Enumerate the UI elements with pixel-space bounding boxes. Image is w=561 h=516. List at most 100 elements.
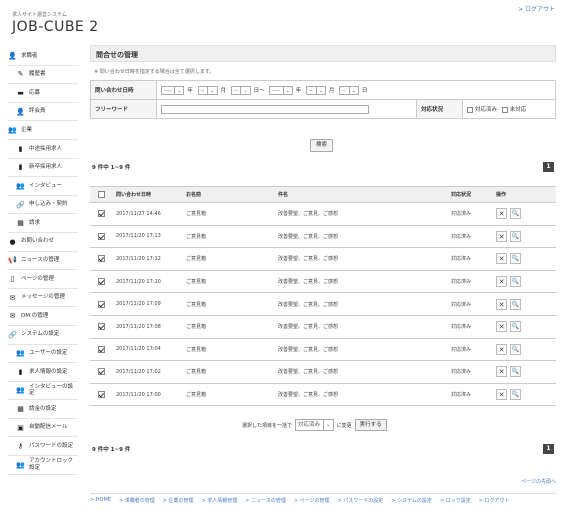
info-icon: ● (9, 237, 16, 246)
view-icon[interactable]: 🔍 (510, 208, 521, 220)
sidebar-item[interactable]: ▮ 新卒採用求人 (8, 159, 78, 178)
sidebar-item[interactable]: ✉ DM の管理 (8, 307, 78, 326)
delete-icon[interactable]: ✕ (496, 389, 507, 401)
footer-link[interactable]: > ニュースの管理 (245, 497, 286, 504)
from-year-select[interactable]: ---- ⌄ (161, 85, 185, 95)
pagination-current[interactable]: 1 (543, 162, 554, 172)
sidebar-item[interactable]: ▦ 請金の設定 (8, 400, 78, 419)
view-icon[interactable]: 🔍 (510, 276, 521, 288)
sidebar-item[interactable]: 👥 企業 (8, 121, 78, 140)
view-icon[interactable]: 🔍 (510, 343, 521, 355)
select-all-checkbox[interactable] (97, 191, 105, 198)
sidebar-item[interactable]: 👤 求職者 (8, 47, 78, 66)
row-checkbox[interactable] (97, 368, 105, 376)
view-icon[interactable]: 🔍 (510, 298, 521, 310)
sidebar-item[interactable]: ▦ 請求 (8, 214, 78, 233)
footer-link[interactable]: > ログアウト (479, 497, 510, 504)
freeword-label: フリーワード (90, 99, 157, 119)
sidebar-item[interactable]: 👥 インタビュー (8, 177, 78, 196)
sidebar-item[interactable]: ● お問い合わせ (8, 233, 78, 252)
row-date: 2017/11/20 17:12 (112, 247, 182, 271)
footer-link[interactable]: > 求職者の管理 (119, 497, 155, 504)
sidebar-item[interactable]: 📢 ニュースの管理 (8, 252, 78, 271)
delete-icon[interactable]: ✕ (496, 343, 507, 355)
delete-icon[interactable]: ✕ (496, 208, 507, 220)
row-status: 対応済み (447, 247, 492, 271)
chevron-down-icon: ⌄ (240, 86, 248, 95)
delete-icon[interactable]: ✕ (496, 298, 507, 310)
row-checkbox[interactable] (97, 210, 105, 218)
view-icon[interactable]: 🔍 (510, 321, 521, 333)
view-icon[interactable]: 🔍 (510, 253, 521, 265)
from-day-select[interactable]: -- ⌄ (230, 85, 251, 95)
freeword-input[interactable] (161, 104, 369, 114)
result-count-bottom: 9 件中 1~9 件 (92, 447, 131, 453)
sidebar-item[interactable]: 🔗 申し込み・契約 (8, 196, 78, 215)
sidebar-item[interactable]: ▮ 中途採用求人 (8, 140, 78, 159)
delete-icon[interactable]: ✕ (496, 321, 507, 333)
sidebar-item[interactable]: ✉ メッセージの管理 (8, 289, 78, 308)
row-checkbox[interactable] (97, 323, 105, 331)
col-status: 対応状況 (447, 186, 492, 203)
to-year-select[interactable]: ---- ⌄ (269, 85, 293, 95)
month-label: 月 (328, 87, 335, 94)
row-checkbox[interactable] (97, 391, 105, 399)
sidebar-item-label: 評会員 (29, 108, 46, 115)
status-done-checkbox[interactable] (467, 106, 473, 113)
sidebar-item[interactable]: 🔗 システムの設定 (8, 326, 78, 345)
sidebar-item-label: インタビューの設定 (29, 383, 74, 397)
sidebar-item[interactable]: 👥 ユーザーの設定 (8, 345, 78, 364)
row-checkbox[interactable] (97, 345, 105, 353)
row-actions: ✕ 🔍 (492, 315, 556, 339)
bulk-status-select[interactable]: 対応済み ⌄ (295, 419, 334, 431)
row-status: 対応済み (447, 202, 492, 226)
delete-icon[interactable]: ✕ (496, 253, 507, 265)
row-checkbox[interactable] (97, 255, 105, 263)
status-filter: 対応済み 未対応 (462, 99, 556, 119)
footer-link[interactable]: > 求人情報管理 (202, 497, 238, 504)
sidebar-item[interactable]: ✎ 履歴書 (8, 66, 78, 85)
view-icon[interactable]: 🔍 (510, 389, 521, 401)
footer-link[interactable]: > ロック設定 (440, 497, 471, 504)
sidebar-item[interactable]: 👥 インタビューの設定 (8, 382, 78, 401)
delete-icon[interactable]: ✕ (496, 366, 507, 378)
main-content: 問合せの管理 ※ 問い合わせ日時を指定する場合は全て選択します。 問い合わせ日時… (90, 45, 556, 485)
sidebar-item-label: 求職者 (21, 52, 38, 59)
sidebar-item[interactable]: 👤 評会員 (8, 103, 78, 122)
delete-icon[interactable]: ✕ (496, 276, 507, 288)
sidebar-item[interactable]: ▯ ページの管理 (8, 270, 78, 289)
row-date: 2017/11/20 17:13 (112, 225, 182, 249)
sidebar-item-label: 中途採用求人 (29, 145, 63, 152)
search-button[interactable]: 検索 (310, 139, 333, 152)
bulk-execute-button[interactable]: 実行する (354, 419, 387, 431)
document-icon: ▮ (18, 367, 23, 376)
from-month-select[interactable]: -- ⌄ (197, 85, 218, 95)
to-month-select[interactable]: -- ⌄ (306, 85, 326, 95)
sidebar-item[interactable]: ▣ 自動配信メール (8, 419, 78, 438)
view-icon[interactable]: 🔍 (510, 230, 521, 242)
row-checkbox[interactable] (97, 300, 105, 308)
row-checkbox[interactable] (97, 232, 105, 240)
view-icon[interactable]: 🔍 (510, 366, 521, 378)
status-pending-checkbox[interactable] (501, 106, 508, 113)
logout-link[interactable]: > ログアウト (518, 4, 555, 13)
footer-link[interactable]: > パスワードの設定 (338, 497, 384, 504)
footer-link[interactable]: > ページの管理 (294, 497, 330, 504)
sidebar-item[interactable]: ▮ 求人情報の設定 (8, 363, 78, 382)
sidebar-item-label: 企業 (21, 126, 33, 133)
footer-link[interactable]: > システムの設定 (391, 497, 432, 504)
delete-icon[interactable]: ✕ (496, 230, 507, 242)
sidebar-item-label: ページの管理 (21, 275, 54, 282)
row-subject: 改善要望、ご意見、ご感想 (274, 247, 447, 271)
sidebar-item[interactable]: 👥 アカウントロック設定 (8, 456, 78, 475)
page-top-link[interactable]: ページの先頭へ (521, 478, 556, 485)
sidebar-item[interactable]: ▬ 応募 (8, 84, 78, 103)
pagination-current-bottom[interactable]: 1 (543, 444, 554, 454)
row-select-cell (90, 247, 112, 271)
sidebar-item[interactable]: ⚷ パスワードの設定 (8, 437, 78, 457)
to-day-select[interactable]: -- ⌄ (339, 85, 359, 95)
row-status: 対応済み (447, 225, 492, 249)
footer-link[interactable]: > 企業の管理 (163, 497, 194, 504)
footer-link[interactable]: > HOME (90, 497, 111, 504)
row-checkbox[interactable] (97, 278, 105, 286)
